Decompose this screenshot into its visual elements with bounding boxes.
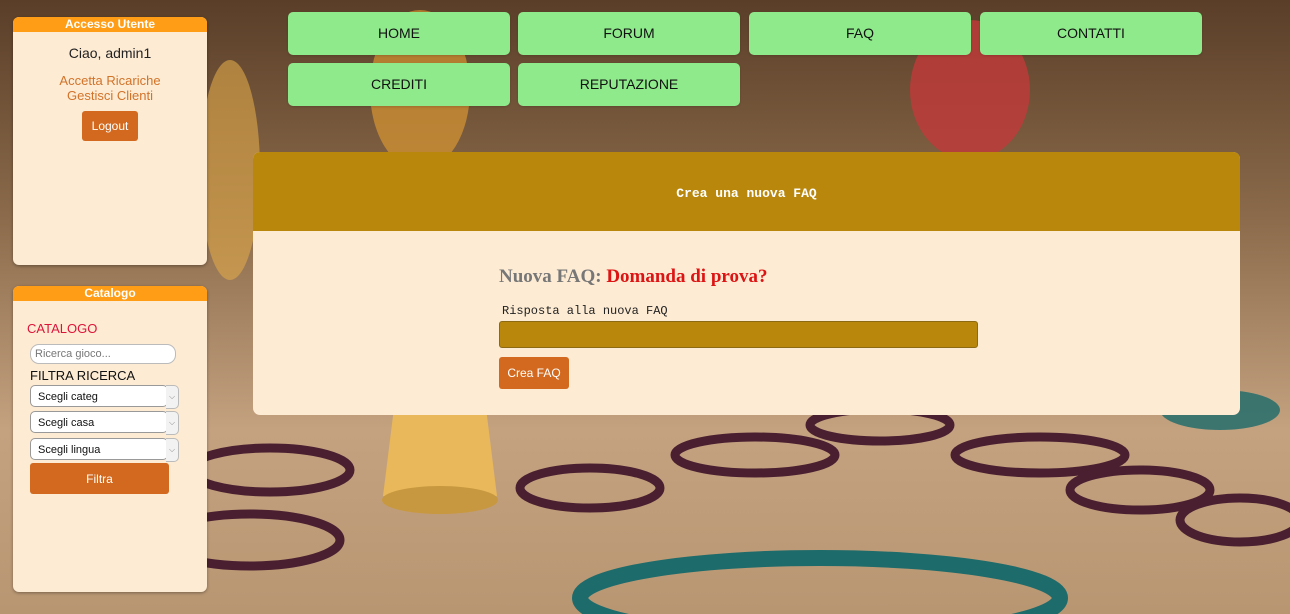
- catalog-panel-title: Catalogo: [13, 286, 207, 301]
- answer-input[interactable]: [499, 321, 978, 348]
- user-greeting: Ciao, admin1: [68, 45, 152, 61]
- user-panel-title: Accesso Utente: [13, 17, 207, 32]
- search-input[interactable]: [30, 344, 176, 364]
- language-select[interactable]: Scegli lingua ⌵: [30, 438, 179, 462]
- category-select-value: Scegli categ: [38, 391, 98, 403]
- publisher-select[interactable]: Scegli casa ⌵: [30, 411, 179, 435]
- create-faq-card: Crea una nuova FAQ Nuova FAQ: Domanda di…: [253, 152, 1240, 415]
- filter-label: FILTRA RICERCA: [30, 368, 136, 383]
- category-select[interactable]: Scegli categ ⌵: [30, 385, 179, 409]
- logout-button[interactable]: Logout: [82, 111, 138, 141]
- nav-contatti[interactable]: CONTATTI: [980, 12, 1202, 55]
- nav-home[interactable]: HOME: [288, 12, 510, 55]
- chevron-down-icon: ⌵: [166, 385, 179, 409]
- accept-recharges-link[interactable]: Accetta Ricariche: [13, 73, 207, 88]
- nav-crediti[interactable]: CREDITI: [288, 63, 510, 106]
- user-access-panel: Accesso Utente Ciao, admin1 Accetta Rica…: [13, 17, 207, 265]
- create-faq-button[interactable]: Crea FAQ: [499, 357, 569, 389]
- faq-question: Domanda di prova?: [606, 266, 768, 287]
- nav-faq[interactable]: FAQ: [749, 12, 971, 55]
- catalog-heading: CATALOGO: [27, 321, 98, 336]
- language-select-value: Scegli lingua: [38, 444, 101, 456]
- faq-title-prefix: Nuova FAQ:: [499, 266, 602, 287]
- filter-button[interactable]: Filtra: [30, 463, 169, 494]
- answer-label: Risposta alla nuova FAQ: [502, 304, 668, 318]
- catalog-panel: Catalogo CATALOGO FILTRA RICERCA Scegli …: [13, 286, 207, 592]
- publisher-select-value: Scegli casa: [38, 417, 95, 429]
- page-title: Crea una nuova FAQ: [253, 152, 1240, 231]
- chevron-down-icon: ⌵: [166, 411, 179, 435]
- nav-reputazione[interactable]: REPUTAZIONE: [518, 63, 740, 106]
- manage-clients-link[interactable]: Gestisci Clienti: [13, 88, 207, 103]
- chevron-down-icon: ⌵: [166, 438, 179, 462]
- faq-title: Nuova FAQ: Domanda di prova?: [499, 266, 768, 288]
- nav-forum[interactable]: FORUM: [518, 12, 740, 55]
